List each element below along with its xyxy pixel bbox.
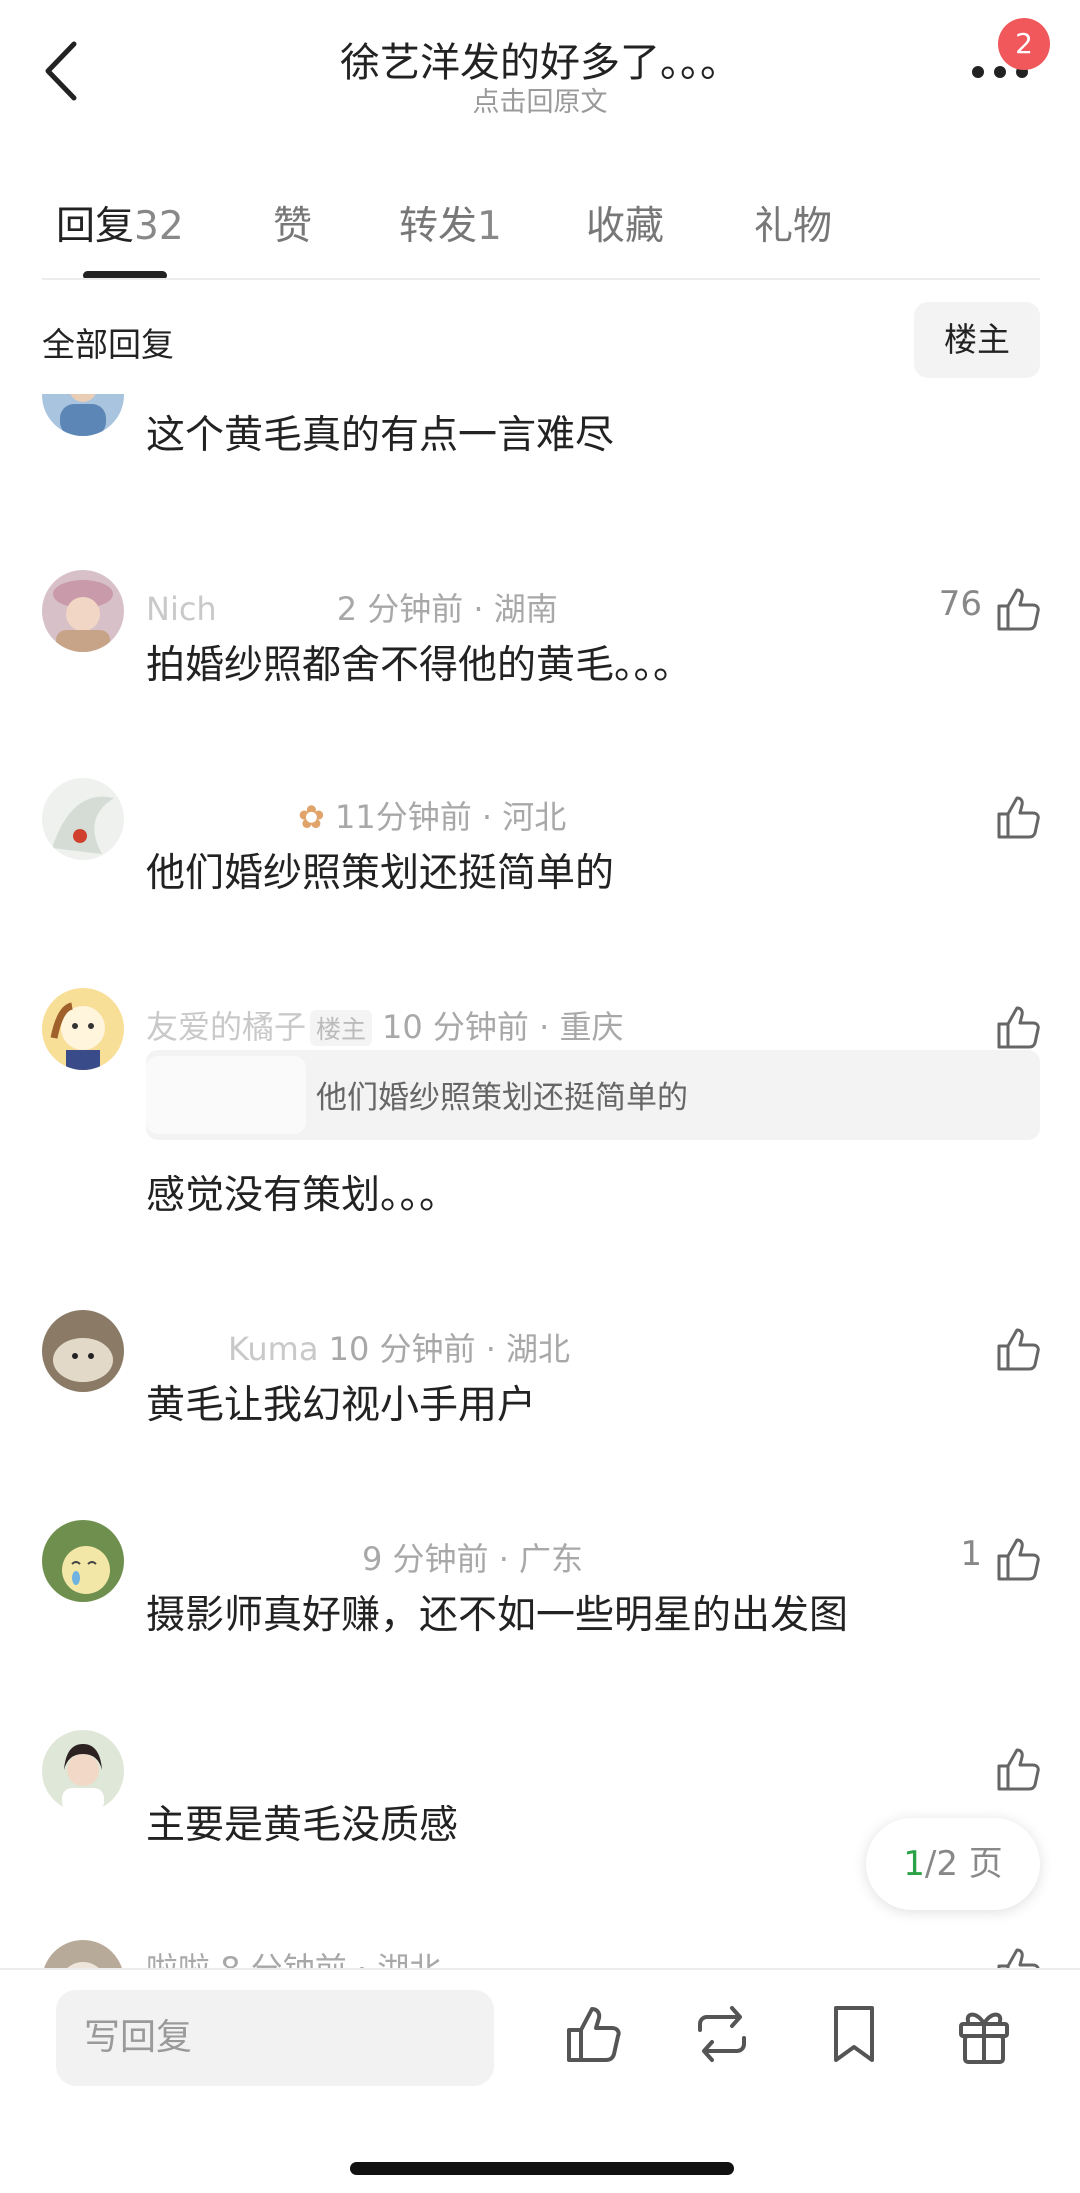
op-badge: 楼主 <box>310 1010 373 1046</box>
comment-text: 他们婚纱照策划还挺简单的 <box>146 851 615 896</box>
tab-likes[interactable]: 赞 <box>273 195 312 251</box>
tab-bar: 回复32 赞 转发1 收藏 礼物 <box>0 180 1080 280</box>
total-pages: /2 页 <box>924 1844 1003 1884</box>
commenter-name[interactable]: Kuma <box>228 1330 318 1368</box>
current-page: 1 <box>903 1844 925 1884</box>
comment-meta: ✿ 11分钟前 · 河北 <box>298 798 567 836</box>
tab-favorites[interactable]: 收藏 <box>586 195 664 251</box>
thumbs-up-icon[interactable] <box>994 1744 1044 1794</box>
reply-input[interactable]: 写回复 <box>56 1990 494 2086</box>
thumbs-up-icon[interactable] <box>994 792 1044 842</box>
repost-icon[interactable] <box>692 2002 752 2066</box>
comment-text: 这个黄毛真的有点一言难尽 <box>146 413 615 458</box>
thumbs-up-icon[interactable] <box>994 1944 1044 1968</box>
avatar[interactable] <box>42 778 124 860</box>
comment-meta: 啦啦 8 分钟前 · 湖北 <box>146 1944 441 1968</box>
bottom-action-bar: 写回复 <box>0 1968 1080 2193</box>
tab-replies[interactable]: 回复32 <box>56 195 184 251</box>
divider <box>42 278 1040 280</box>
comment-list[interactable]: 这个黄毛真的有点一言难尽 Nich 2 分钟前 · 湖南 76 拍婚纱照都舍不得他… <box>0 394 1080 1968</box>
thumbs-up-icon[interactable] <box>994 1002 1044 1052</box>
flower-emoji-icon: ✿ <box>298 798 325 836</box>
comment-meta: 9 分钟前 · 广东 <box>362 1540 584 1578</box>
comment-text: 摄影师真好赚，还不如一些明星的出发图 <box>146 1593 849 1638</box>
avatar[interactable] <box>42 1730 124 1812</box>
thumbs-up-icon[interactable] <box>994 1324 1044 1374</box>
comment-text: 感觉没有策划。。。 <box>146 1173 459 1218</box>
avatar[interactable] <box>42 570 124 652</box>
comment-meta: Nich 2 分钟前 · 湖南 <box>146 590 558 628</box>
redacted-name <box>146 1056 306 1134</box>
avatar[interactable] <box>42 1310 124 1392</box>
header: 徐艺洋发的好多了。。。 点击回原文 2 <box>0 0 1080 130</box>
avatar[interactable] <box>42 988 124 1070</box>
quoted-text: 他们婚纱照策划还挺简单的 <box>316 1080 688 1116</box>
comment-text: 拍婚纱照都舍不得他的黄毛。。。 <box>146 643 693 688</box>
like-count: 1 <box>960 1534 982 1574</box>
comment-text: 主要是黄毛没质感 <box>146 1803 459 1848</box>
avatar[interactable] <box>42 394 124 436</box>
avatar[interactable] <box>42 1520 124 1602</box>
commenter-name[interactable]: 友爱的橘子 <box>146 1008 306 1046</box>
commenter-name[interactable]: 啦啦 <box>146 1950 210 1968</box>
all-replies-label: 全部回复 <box>42 325 174 364</box>
comment-meta: Kuma 10 分钟前 · 湖北 <box>228 1330 571 1368</box>
notification-badge: 2 <box>998 18 1050 70</box>
quoted-reply[interactable]: 他们婚纱照策划还挺简单的 <box>146 1050 1040 1140</box>
like-count: 76 <box>938 584 982 624</box>
pagination-indicator[interactable]: 1/2 页 <box>866 1818 1040 1910</box>
thumbs-up-icon[interactable] <box>994 584 1044 634</box>
tab-gifts[interactable]: 礼物 <box>754 195 832 251</box>
back-to-original-link[interactable]: 点击回原文 <box>0 80 1080 119</box>
thumbs-up-icon[interactable] <box>564 2002 624 2066</box>
home-indicator[interactable] <box>350 2162 734 2175</box>
tab-reposts[interactable]: 转发1 <box>399 195 502 251</box>
commenter-name[interactable]: Nich <box>146 590 217 628</box>
bookmark-icon[interactable] <box>824 2002 884 2066</box>
op-only-button[interactable]: 楼主 <box>914 302 1040 378</box>
comment-meta: 友爱的橘子 楼主 10 分钟前 · 重庆 <box>146 1008 624 1046</box>
avatar[interactable] <box>42 1940 124 1968</box>
comment-text: 黄毛让我幻视小手用户 <box>146 1383 537 1428</box>
thumbs-up-icon[interactable] <box>994 1534 1044 1584</box>
gift-icon[interactable] <box>954 2002 1014 2066</box>
